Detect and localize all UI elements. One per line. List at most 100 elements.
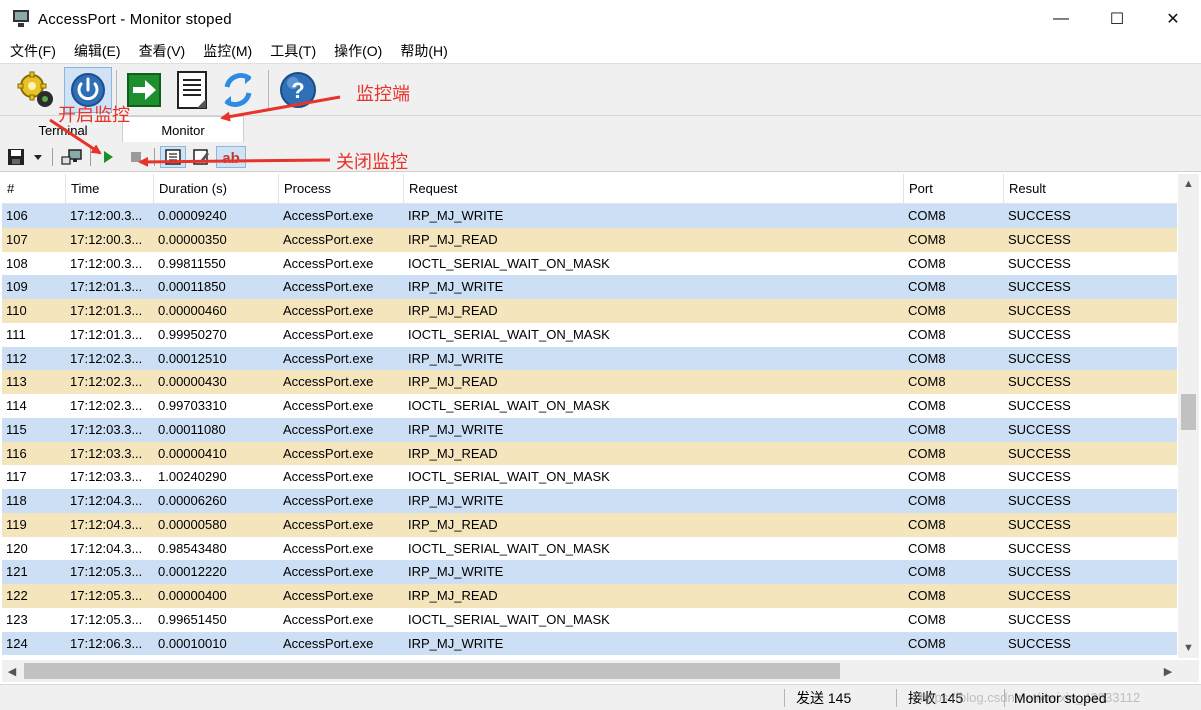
view-text-button[interactable]: ab [216,146,246,168]
horizontal-scrollbar[interactable]: ◀ ▶ [2,660,1178,682]
col-process[interactable]: Process [279,174,404,204]
scroll-up-icon[interactable]: ▲ [1178,174,1199,194]
table-row[interactable]: 117 17:12:03.3... 1.00240290 AccessPort.exe… [2,465,1177,489]
cell-port: COM8 [908,564,946,580]
cell-port: COM8 [908,516,946,532]
menu-bar: 文件(F) 编辑(E) 查看(V) 监控(M) 工具(T) 操作(O) 帮助(H… [0,38,1201,64]
table-row[interactable]: 110 17:12:01.3... 0.00000460 AccessPort.exe… [2,299,1177,323]
cell-request: IRP_MJ_WRITE [408,208,504,223]
horizontal-scroll-thumb[interactable] [24,663,840,679]
col-number[interactable]: # [2,174,66,204]
table-row[interactable]: 107 17:12:00.3... 0.00000350 AccessPort.exe… [2,227,1177,252]
view-hex-button[interactable] [160,146,186,168]
save-button[interactable] [4,146,28,168]
cell-request: IRP_MJ_READ [408,445,498,461]
close-button[interactable]: ✕ [1145,0,1201,38]
table-row[interactable]: 120 17:12:04.3... 0.98543480 AccessPort.exe… [2,536,1177,561]
table-row[interactable]: 122 17:12:05.3... 0.00000400 AccessPort.exe… [2,584,1177,608]
table-row[interactable]: 108 17:12:00.3... 0.99811550 AccessPort.exe… [2,251,1177,276]
table-row[interactable]: 119 17:12:04.3... 0.00000580 AccessPort.exe… [2,512,1177,537]
cell-port: COM8 [908,469,946,485]
svg-text:?: ? [291,78,304,103]
cell-result: SUCCESS [1008,398,1071,413]
menu-tools[interactable]: 工具(T) [260,38,324,64]
save-dropdown[interactable] [30,146,46,168]
cell-port: COM8 [908,255,946,271]
col-result[interactable]: Result [1004,174,1177,204]
cell-duration: 0.00000430 [158,374,227,390]
minimize-button[interactable]: — [1033,0,1089,38]
menu-file[interactable]: 文件(F) [0,38,64,64]
cell-result: SUCCESS [1008,208,1071,223]
cell-process: AccessPort.exe [283,398,374,413]
menu-monitor[interactable]: 监控(M) [193,38,260,64]
scroll-left-icon[interactable]: ◀ [2,660,22,682]
cell-process: AccessPort.exe [283,421,374,437]
table-row[interactable]: 111 17:12:01.3... 0.99950270 AccessPort.exe… [2,322,1177,347]
cell-result: SUCCESS [1008,611,1071,627]
svg-text:ab: ab [222,150,240,166]
cell-process: AccessPort.exe [283,231,374,247]
menu-help[interactable]: 帮助(H) [390,38,455,64]
menu-view[interactable]: 查看(V) [129,38,194,64]
tab-monitor[interactable]: Monitor [122,116,244,143]
view-text-icon: ab [222,150,240,166]
table-row[interactable]: 118 17:12:04.3... 0.00006260 AccessPort.exe… [2,489,1177,513]
table-row[interactable]: 123 17:12:05.3... 0.99651450 AccessPort.exe… [2,607,1177,632]
table-row[interactable]: 124 17:12:06.3... 0.00010010 AccessPort.exe… [2,631,1177,656]
cell-result: SUCCESS [1008,588,1071,603]
table-row[interactable]: 109 17:12:01.3... 0.00011850 AccessPort.exe… [2,275,1177,299]
menu-edit[interactable]: 编辑(E) [64,38,129,64]
cell-time: 17:12:00.3... [70,255,143,271]
table-body: 106 17:12:00.3... 0.00009240 AccessPort.exe… [2,204,1177,656]
window-title: AccessPort - Monitor stoped [38,10,232,28]
scroll-down-icon[interactable]: ▼ [1178,638,1199,658]
table-row[interactable]: 113 17:12:02.3... 0.00000430 AccessPort.exe… [2,370,1177,394]
cell-duration: 0.99703310 [158,398,227,413]
table-row[interactable]: 116 17:12:03.3... 0.00000410 AccessPort.exe… [2,441,1177,466]
table-row[interactable]: 121 17:12:05.3... 0.00012220 AccessPort.exe… [2,560,1177,584]
vertical-scrollbar[interactable]: ▲ ▼ [1178,174,1199,658]
status-sent: 发送 145 [796,690,852,706]
cell-number: 124 [6,635,28,651]
menu-operate[interactable]: 操作(O) [324,38,390,64]
stop-monitor-button[interactable] [124,146,148,168]
cell-request: IRP_MJ_WRITE [408,421,504,437]
cell-port: COM8 [908,611,946,627]
cell-number: 108 [6,255,28,271]
maximize-button[interactable]: ☐ [1089,0,1145,38]
col-port[interactable]: Port [904,174,1004,204]
document-icon [177,71,207,109]
cell-request: IOCTL_SERIAL_WAIT_ON_MASK [408,469,610,485]
cell-request: IRP_MJ_READ [408,231,498,247]
cell-number: 111 [6,326,26,342]
table-row[interactable]: 106 17:12:00.3... 0.00009240 AccessPort.exe… [2,204,1177,228]
table-row[interactable]: 112 17:12:02.3... 0.00012510 AccessPort.exe… [2,346,1177,371]
table-row[interactable]: 115 17:12:03.3... 0.00011080 AccessPort.exe… [2,417,1177,442]
col-request[interactable]: Request [404,174,904,204]
cell-port: COM8 [908,445,946,461]
col-duration[interactable]: Duration (s) [154,174,279,204]
start-monitor-button[interactable] [96,146,120,168]
view-edit-button[interactable] [188,146,214,168]
cell-port: COM8 [908,421,946,437]
cell-result: SUCCESS [1008,255,1071,271]
cell-process: AccessPort.exe [283,516,374,532]
document-button[interactable] [168,67,216,113]
scroll-right-icon[interactable]: ▶ [1158,660,1178,682]
help-button[interactable]: ? [274,67,322,113]
view-edit-icon [193,149,209,165]
cell-number: 119 [6,516,27,532]
cell-time: 17:12:03.3... [70,469,143,485]
col-time[interactable]: Time [66,174,154,204]
port-select-button[interactable] [58,146,86,168]
cell-port: COM8 [908,635,946,651]
cell-process: AccessPort.exe [283,564,374,580]
cell-process: AccessPort.exe [283,445,374,461]
refresh-button[interactable] [214,67,262,113]
table-row[interactable]: 114 17:12:02.3... 0.99703310 AccessPort.exe… [2,394,1177,418]
cell-result: SUCCESS [1008,350,1071,366]
vertical-scroll-thumb[interactable] [1181,394,1196,430]
settings-button[interactable] [12,67,60,113]
cell-port: COM8 [908,326,946,342]
